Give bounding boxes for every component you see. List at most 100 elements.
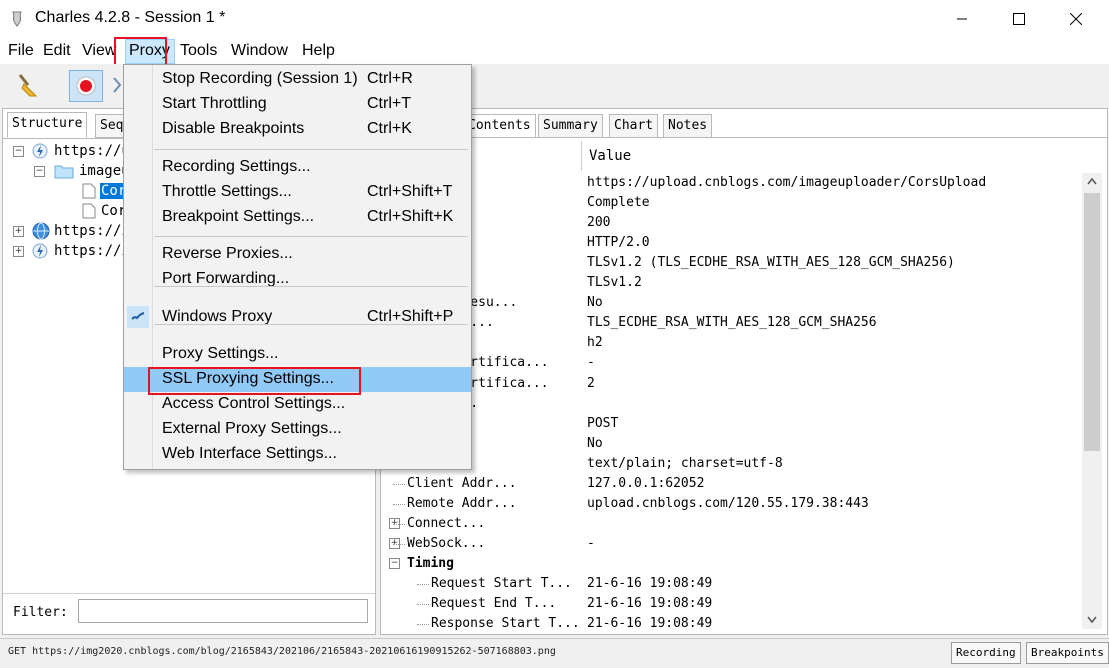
tab-notes[interactable]: Notes xyxy=(663,114,713,138)
row-value: h2 xyxy=(587,335,603,350)
status-bar: GET https://img2020.cnblogs.com/blog/216… xyxy=(0,638,1109,668)
broom-icon xyxy=(18,74,38,97)
menu-item-disable-breakpoints[interactable]: Disable Breakpoints Ctrl+K xyxy=(124,117,471,142)
tab-structure[interactable]: Structure xyxy=(7,112,88,138)
table-row[interactable]: r Su...TLS_ECDHE_RSA_WITH_AES_128_GCM_SH… xyxy=(381,313,1081,333)
table-row[interactable]: Remote Addr... upload.cnblogs.com/120.55.… xyxy=(381,494,1081,514)
filter-input[interactable] xyxy=(78,599,368,623)
tree-folder[interactable]: imageu xyxy=(79,163,130,179)
table-row[interactable]: Request End T... 21-6-16 19:08:49 xyxy=(381,594,1081,614)
tree-expand-toggle[interactable]: − xyxy=(13,146,24,157)
detail-panel: Contents Summary Chart Notes Value https… xyxy=(380,108,1108,635)
row-value: - xyxy=(587,536,595,551)
tree-expand-toggle[interactable]: + xyxy=(13,226,24,237)
maximize-icon xyxy=(1013,13,1025,25)
maximize-button[interactable] xyxy=(996,0,1042,38)
breakpoints-status-button[interactable]: Breakpoints xyxy=(1026,642,1109,664)
tree-connector xyxy=(393,484,405,485)
table-row[interactable]: on Resu... No xyxy=(381,293,1081,313)
scroll-down-icon[interactable] xyxy=(1087,616,1097,624)
table-row[interactable]: Client Addr... 127.0.0.1:62052 xyxy=(381,474,1081,494)
tree-host-3[interactable]: https://i xyxy=(54,243,130,259)
menu-window[interactable]: Window xyxy=(231,42,288,60)
menu-item-breakpoint-settings[interactable]: Breakpoint Settings... Ctrl+Shift+K xyxy=(124,205,471,230)
row-value: 200 xyxy=(587,215,611,230)
table-row[interactable]: T...text/plain; charset=utf-8 xyxy=(381,454,1081,474)
window-title: Charles 4.2.8 - Session 1 * xyxy=(35,9,226,26)
tab-contents[interactable]: Contents xyxy=(463,114,536,138)
table-row[interactable]: − Timing xyxy=(381,554,1081,574)
menu-item-start-throttling[interactable]: Start Throttling Ctrl+T xyxy=(124,92,471,117)
tree-host-1[interactable]: https://u xyxy=(54,143,130,159)
menu-item-external-proxy-settings[interactable]: External Proxy Settings... xyxy=(124,417,471,442)
table-row[interactable]: colTLSv1.2 xyxy=(381,273,1081,293)
tab-summary[interactable]: Summary xyxy=(538,114,603,138)
value-column-header[interactable]: Value xyxy=(589,148,631,164)
tab-divider xyxy=(381,137,1107,138)
menu-item-windows-proxy[interactable]: Windows Proxy Ctrl+Shift+P xyxy=(124,305,471,330)
menu-item-port-forwarding[interactable]: Port Forwarding... xyxy=(124,267,471,292)
recording-status-button[interactable]: Recording xyxy=(951,642,1021,664)
menu-item-recording-settings[interactable]: Recording Settings... xyxy=(124,155,471,180)
menu-item-web-interface-settings[interactable]: Web Interface Settings... xyxy=(124,442,471,467)
row-value: TLSv1.2 (TLS_ECDHE_RSA_WITH_AES_128_GCM_… xyxy=(587,255,955,270)
table-row[interactable]: ..No xyxy=(381,434,1081,454)
menu-separator xyxy=(154,324,468,325)
table-row[interactable]: + Connect... xyxy=(381,514,1081,534)
menu-item-proxy-settings[interactable]: Proxy Settings... xyxy=(124,342,471,367)
table-row[interactable]: r Certifica... 2 xyxy=(381,374,1081,394)
menu-item-reverse-proxies[interactable]: Reverse Proxies... xyxy=(124,242,471,267)
throttle-icon[interactable] xyxy=(112,76,122,94)
tree-expand-toggle[interactable]: − xyxy=(34,166,45,177)
table-row[interactable]: HTTP/2.0 xyxy=(381,233,1081,253)
table-row[interactable]: https://upload.cnblogs.com/imageuploader… xyxy=(381,173,1081,193)
row-expand-toggle[interactable]: − xyxy=(389,558,400,569)
record-button[interactable] xyxy=(69,70,103,102)
record-icon xyxy=(76,76,96,96)
table-row[interactable]: Complete xyxy=(381,193,1081,213)
tab-chart[interactable]: Chart xyxy=(609,114,659,138)
row-name: Connect... xyxy=(407,516,486,531)
column-divider xyxy=(581,141,582,171)
row-value: No xyxy=(587,436,603,451)
menu-tools[interactable]: Tools xyxy=(180,42,217,60)
menu-view[interactable]: View xyxy=(82,42,116,60)
tree-host-2[interactable]: https://i xyxy=(54,223,130,239)
clear-session-button[interactable] xyxy=(14,72,42,98)
menu-item-access-control-settings[interactable]: Access Control Settings... xyxy=(124,392,471,417)
vertical-scrollbar[interactable] xyxy=(1082,173,1102,629)
table-row[interactable]: h2 xyxy=(381,333,1081,353)
menu-edit[interactable]: Edit xyxy=(43,42,71,60)
menu-item-stop-recording[interactable]: Stop Recording (Session 1) Ctrl+R xyxy=(124,67,471,92)
menu-help[interactable]: Help xyxy=(302,42,335,60)
table-row[interactable]: Response Start T... 21-6-16 19:08:49 xyxy=(381,614,1081,633)
file-icon xyxy=(82,203,96,219)
tree-connector xyxy=(393,504,405,505)
row-value: Complete xyxy=(587,195,650,210)
menu-item-label: External Proxy Settings... xyxy=(162,420,342,437)
scroll-thumb[interactable] xyxy=(1084,193,1100,451)
menu-item-label: Web Interface Settings... xyxy=(162,445,337,462)
row-value: 2 xyxy=(587,376,595,391)
charles-app-icon xyxy=(12,11,22,27)
table-row[interactable]: TLSv1.2 (TLS_ECDHE_RSA_WITH_AES_128_GCM_… xyxy=(381,253,1081,273)
table-row[interactable]: si... xyxy=(381,394,1081,414)
menu-file[interactable]: File xyxy=(8,42,34,60)
close-button[interactable] xyxy=(1053,0,1099,38)
table-row[interactable]: POST xyxy=(381,414,1081,434)
filter-divider xyxy=(3,593,375,594)
table-row[interactable]: Request Start T... 21-6-16 19:08:49 xyxy=(381,574,1081,594)
table-row[interactable]: t Certifica... - xyxy=(381,353,1081,373)
minimize-button[interactable] xyxy=(939,0,985,38)
row-value: 21-6-16 19:08:49 xyxy=(587,596,713,611)
row-value: text/plain; charset=utf-8 xyxy=(587,456,783,471)
table-row[interactable]: C...200 xyxy=(381,213,1081,233)
scroll-up-icon[interactable] xyxy=(1087,177,1097,185)
row-name: Client Addr... xyxy=(407,476,517,491)
table-row[interactable]: + WebSock... - xyxy=(381,534,1081,554)
row-value: https://upload.cnblogs.com/imageuploader… xyxy=(587,175,987,190)
proxy-dropdown-menu: Stop Recording (Session 1) Ctrl+R Start Th… xyxy=(123,64,472,470)
menu-item-shortcut: Ctrl+K xyxy=(367,120,412,137)
tree-expand-toggle[interactable]: + xyxy=(13,246,24,257)
menu-item-throttle-settings[interactable]: Throttle Settings... Ctrl+Shift+T xyxy=(124,180,471,205)
